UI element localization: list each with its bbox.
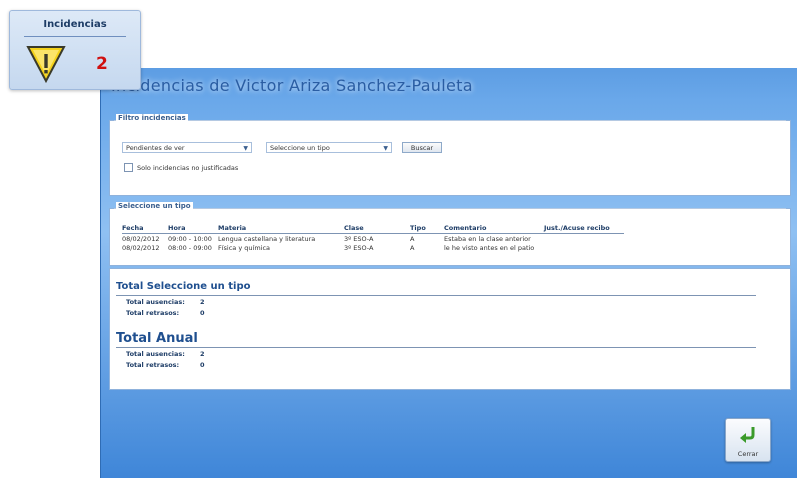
- column-header[interactable]: Materia: [218, 223, 344, 234]
- warning-icon: [26, 46, 66, 83]
- column-header[interactable]: Fecha: [122, 223, 168, 234]
- cell-clase: 3º ESO-A: [344, 244, 374, 252]
- totals-panel: Total Seleccione un tipo Total ausencias…: [109, 268, 791, 390]
- cell-fecha: 08/02/2012: [122, 244, 160, 252]
- cell-comentario: le he visto antes en el patio: [444, 244, 535, 252]
- type-select-value: Seleccione un tipo: [270, 144, 330, 152]
- filter-legend: Filtro incidencias: [116, 114, 188, 122]
- widget-title: Incidencias: [43, 19, 107, 30]
- type-ausencias-value: 2: [200, 298, 205, 306]
- list-legend: Seleccione un tipo: [116, 202, 193, 210]
- type-select[interactable]: Seleccione un tipo ▼: [266, 142, 392, 153]
- year-ausencias-label: Total ausencias:: [126, 350, 185, 358]
- filter-panel: Filtro incidencias Pendientes de ver ▼ S…: [109, 114, 791, 196]
- table-header-row: Fecha Hora Materia Clase Tipo Comentario…: [122, 223, 624, 234]
- column-header[interactable]: Hora: [168, 223, 218, 234]
- table-row[interactable]: 08/02/2012 09:00 - 10:00 Lengua castella…: [122, 234, 624, 244]
- cell-hora: 08:00 - 09:00: [168, 244, 212, 252]
- status-select-value: Pendientes de ver: [126, 144, 185, 152]
- type-totals-divider: [116, 295, 756, 296]
- incidencias-window: Incidencias de Victor Ariza Sanchez-Paul…: [100, 68, 797, 478]
- unjustified-checkbox[interactable]: [124, 163, 133, 172]
- year-totals-title: Total Anual: [116, 331, 198, 346]
- unjustified-checkbox-label: Solo incidencias no justificadas: [137, 163, 239, 172]
- widget-divider: [24, 36, 126, 37]
- close-button[interactable]: Cerrar: [725, 418, 771, 462]
- year-ausencias-value: 2: [200, 350, 205, 358]
- type-retrasos-label: Total retrasos:: [126, 309, 180, 317]
- search-button[interactable]: Buscar: [402, 142, 442, 153]
- unjustified-filter[interactable]: Solo incidencias no justificadas: [124, 163, 238, 172]
- return-arrow-icon: [740, 427, 755, 443]
- incidencias-count: 2: [96, 54, 108, 74]
- status-select[interactable]: Pendientes de ver ▼: [122, 142, 252, 153]
- cell-hora: 09:00 - 10:00: [168, 235, 212, 243]
- column-header[interactable]: Comentario: [444, 223, 544, 234]
- incidents-list-panel: Seleccione un tipo Fecha Hora Materia Cl…: [109, 202, 791, 266]
- close-button-label: Cerrar: [737, 450, 759, 458]
- type-ausencias-label: Total ausencias:: [126, 298, 185, 306]
- filter-divider: [114, 120, 786, 121]
- cell-justificacion: [544, 243, 624, 252]
- cell-clase: 3º ESO-A: [344, 235, 374, 243]
- cell-tipo: A: [410, 235, 415, 243]
- year-totals-divider: [116, 347, 756, 348]
- type-totals-title: Total Seleccione un tipo: [116, 281, 251, 292]
- column-header[interactable]: Clase: [344, 223, 410, 234]
- cell-tipo: A: [410, 244, 415, 252]
- year-retrasos-label: Total retrasos:: [126, 361, 180, 369]
- cell-justificacion: [544, 234, 624, 244]
- cell-fecha: 08/02/2012: [122, 235, 160, 243]
- chevron-down-icon: ▼: [383, 145, 388, 152]
- incidents-table: Fecha Hora Materia Clase Tipo Comentario…: [122, 223, 624, 252]
- table-row[interactable]: 08/02/2012 08:00 - 09:00 Física y químic…: [122, 243, 624, 252]
- column-header[interactable]: Just./Acuse recibo: [544, 223, 624, 234]
- cell-comentario: Estaba en la clase anterior: [444, 235, 531, 243]
- cell-materia: Física y química: [218, 244, 271, 252]
- type-retrasos-value: 0: [200, 309, 205, 317]
- cell-materia: Lengua castellana y literatura: [218, 235, 316, 243]
- incidencias-widget[interactable]: Incidencias 2: [9, 10, 141, 90]
- chevron-down-icon: ▼: [243, 145, 248, 152]
- window-title: Incidencias de Victor Ariza Sanchez-Paul…: [111, 76, 473, 95]
- year-retrasos-value: 0: [200, 361, 205, 369]
- column-header[interactable]: Tipo: [410, 223, 444, 234]
- list-divider: [114, 208, 786, 209]
